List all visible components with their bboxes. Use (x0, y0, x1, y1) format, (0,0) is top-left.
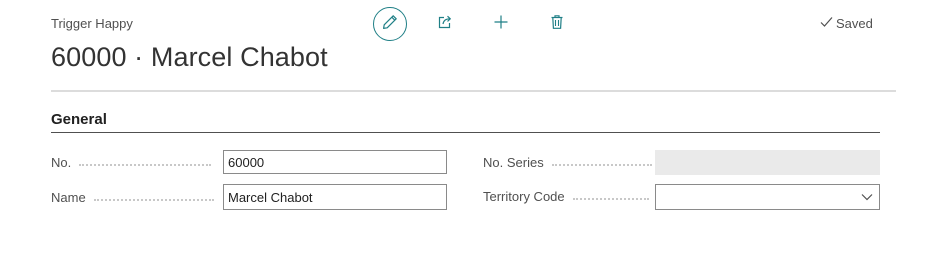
leader-dots (572, 197, 649, 200)
no-series-label: No. Series (483, 155, 652, 170)
checkmark-icon (820, 16, 833, 31)
header-divider (51, 90, 896, 92)
delete-icon (549, 14, 565, 35)
name-label-text: Name (51, 190, 86, 205)
leader-dots (551, 163, 652, 166)
no-series-label-text: No. Series (483, 155, 544, 170)
no-label: No. (51, 155, 212, 170)
share-icon (437, 14, 453, 35)
no-label-text: No. (51, 155, 72, 170)
page-caption: Trigger Happy (51, 16, 133, 31)
new-button[interactable] (485, 8, 517, 40)
delete-button[interactable] (541, 8, 573, 40)
saved-status: Saved (820, 16, 873, 31)
no-field[interactable] (223, 150, 447, 174)
add-icon (493, 14, 509, 35)
section-title-general[interactable]: General (51, 111, 107, 128)
page-title: 60000 · Marcel Chabot (51, 42, 328, 72)
leader-dots (93, 198, 214, 201)
territory-code-dropdown[interactable] (655, 184, 880, 210)
edit-icon (382, 14, 398, 35)
saved-label: Saved (836, 16, 873, 31)
name-label: Name (51, 190, 214, 205)
territory-code-label: Territory Code (483, 189, 649, 204)
chevron-down-icon (861, 188, 873, 206)
name-field[interactable] (223, 184, 447, 210)
edit-button[interactable] (373, 7, 407, 41)
leader-dots (79, 163, 212, 166)
share-button[interactable] (429, 8, 461, 40)
no-series-field (655, 150, 880, 175)
territory-code-label-text: Territory Code (483, 189, 565, 204)
section-divider (51, 132, 880, 133)
